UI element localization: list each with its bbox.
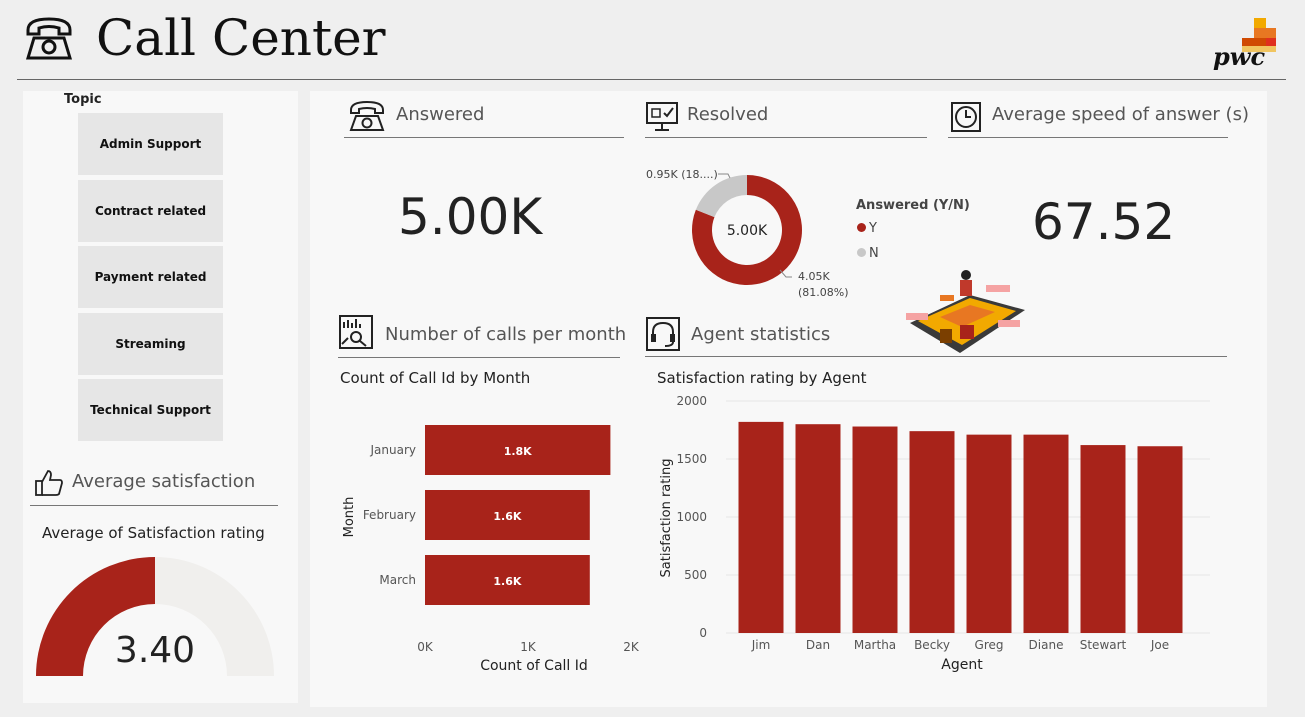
legend-dot-n — [857, 248, 866, 257]
x-tick-label: 1K — [520, 640, 537, 654]
pwc-logo-text: pwc — [1213, 42, 1266, 71]
clock-icon — [950, 101, 982, 137]
answered-section-title: Answered — [396, 104, 485, 125]
bar-jim[interactable] — [738, 421, 784, 633]
x-tick-label: Joe — [1150, 638, 1169, 652]
agents-chart-title: Satisfaction rating by Agent — [657, 369, 867, 387]
bar-joe[interactable] — [1137, 446, 1183, 633]
y-tick-label: 1000 — [676, 510, 707, 524]
phone-icon — [24, 14, 74, 66]
y-axis-label: Month — [342, 497, 357, 538]
phone-icon — [348, 99, 386, 137]
x-tick-label: Martha — [854, 638, 896, 652]
monitor-check-icon — [645, 101, 679, 137]
chart-search-icon — [338, 314, 374, 354]
resolved-donut-chart: 5.00K 0.95K (18....) 4.05K (81.08%) — [646, 168, 849, 299]
calls-divider — [338, 357, 620, 358]
satisfaction-section-title: Average satisfaction — [72, 471, 256, 492]
headset-icon — [645, 316, 681, 356]
satisfaction-divider — [30, 505, 278, 506]
speed-kpi: 67.52 — [1032, 193, 1176, 251]
donut-label-y-pct: (81.08%) — [798, 286, 849, 299]
bar-greg[interactable] — [966, 434, 1012, 633]
legend-label-y: Y — [869, 221, 877, 236]
satisfaction-chart-title: Average of Satisfaction rating — [42, 524, 265, 542]
y-tick-label: March — [379, 573, 416, 587]
bar-becky[interactable] — [909, 431, 955, 633]
answered-divider — [344, 137, 624, 138]
x-tick-label: Dan — [806, 638, 830, 652]
slicer-item-payment-related[interactable]: Payment related — [78, 246, 223, 308]
donut-leader-n — [718, 173, 731, 179]
satisfaction-value: 3.40 — [114, 630, 196, 671]
resolved-section-title: Resolved — [687, 104, 769, 125]
calls-per-month-chart: 1.8K January 1.6K February 1.6K March 0K 1K 2K Co… — [342, 425, 640, 674]
satisfaction-by-agent-chart: 0 500 1000 1500 2000 Jim Dan Martha Becky Greg Dia… — [659, 394, 1210, 673]
x-tick-label: 2K — [623, 640, 640, 654]
y-tick-label: 2000 — [676, 394, 707, 408]
agents-divider — [645, 356, 1227, 357]
x-axis-label: Count of Call Id — [480, 658, 588, 674]
slicer-item-contract-related[interactable]: Contract related — [78, 180, 223, 242]
donut-label-n: 0.95K (18....) — [646, 168, 718, 181]
y-tick-label: 1500 — [676, 452, 707, 466]
bar-data-label: 1.6K — [493, 510, 521, 523]
resolved-divider — [645, 137, 927, 138]
bar-diane[interactable] — [1023, 434, 1069, 633]
x-tick-label: Diane — [1029, 638, 1064, 652]
legend-item-y[interactable]: Y — [857, 221, 877, 236]
calls-section-title: Number of calls per month — [385, 324, 627, 345]
slicer-item-admin-support[interactable]: Admin Support — [78, 113, 223, 175]
bar-dan[interactable] — [795, 424, 841, 633]
agents-section-title: Agent statistics — [691, 324, 831, 345]
bar-data-label: 1.8K — [504, 445, 532, 458]
y-tick-label: January — [370, 443, 417, 457]
x-tick-label: Stewart — [1080, 638, 1127, 652]
x-tick-label: Jim — [751, 638, 771, 652]
legend-item-n[interactable]: N — [857, 246, 879, 261]
donut-label-y-value: 4.05K — [798, 270, 830, 283]
header-divider — [17, 79, 1286, 80]
x-tick-label: Becky — [914, 638, 950, 652]
page-title: Call Center — [96, 9, 386, 67]
legend-label-n: N — [869, 246, 879, 261]
slicer-item-streaming[interactable]: Streaming — [78, 313, 223, 375]
bar-data-label: 1.6K — [493, 575, 521, 588]
answered-kpi: 5.00K — [398, 188, 543, 246]
y-axis-label: Satisfaction rating — [659, 459, 674, 578]
pwc-logo: pwc — [1210, 16, 1280, 72]
donut-center-label: 5.00K — [727, 223, 768, 239]
donut-slice-n — [695, 175, 747, 218]
donut-legend-title: Answered (Y/N) — [856, 198, 970, 213]
y-tick-label: 0 — [699, 626, 707, 640]
y-tick-label: 500 — [684, 568, 707, 582]
slicer-item-technical-support[interactable]: Technical Support — [78, 379, 223, 441]
y-tick-label: February — [363, 508, 416, 522]
call-center-illustration — [906, 270, 1025, 353]
slicer-label: Topic — [64, 92, 102, 107]
bar-stewart[interactable] — [1080, 445, 1126, 633]
calls-chart-title: Count of Call Id by Month — [340, 369, 531, 387]
speed-section-title: Average speed of answer (s) — [992, 104, 1249, 125]
x-tick-label: Greg — [975, 638, 1004, 652]
thumbs-up-icon — [34, 468, 64, 502]
x-axis-label: Agent — [941, 657, 983, 673]
speed-divider — [948, 137, 1228, 138]
legend-dot-y — [857, 223, 866, 232]
bar-martha[interactable] — [852, 426, 898, 633]
x-tick-label: 0K — [417, 640, 434, 654]
